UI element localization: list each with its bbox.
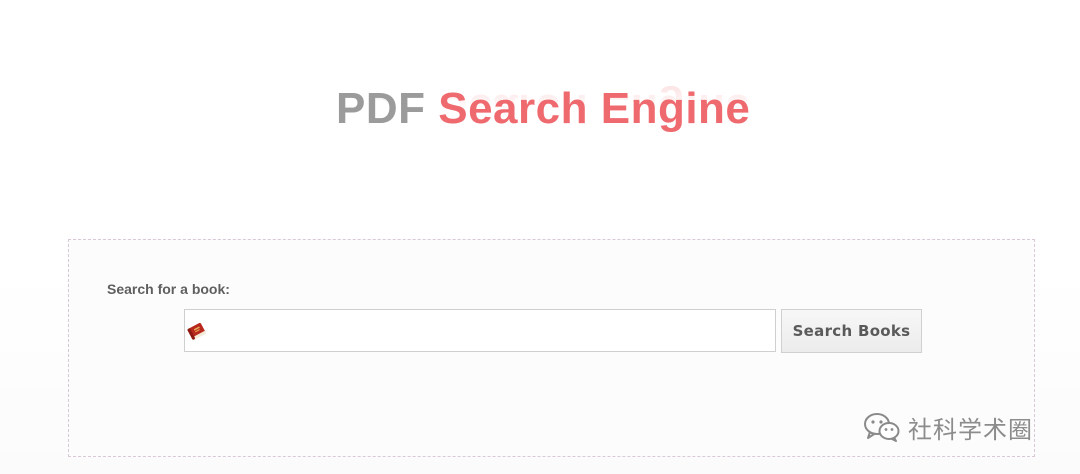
- logo-reflection-pdf: PDF: [336, 86, 426, 132]
- watermark-text: 社科学术圈: [908, 415, 1033, 444]
- search-field[interactable]: [184, 309, 776, 352]
- logo-reflection: PDF Search Engine: [336, 86, 750, 132]
- watermark: 社科学术圈: [862, 410, 1033, 444]
- search-label: Search for a book:: [107, 281, 230, 297]
- search-input[interactable]: [211, 310, 771, 351]
- book-icon: [187, 322, 207, 340]
- search-books-button[interactable]: Search Books: [781, 309, 922, 353]
- site-logo: PDF Search Engine PDF Search Engine: [336, 86, 776, 166]
- page: PDF Search Engine PDF Search Engine Sear…: [0, 0, 1080, 474]
- logo-reflection-search-engine: Search Engine: [438, 86, 751, 132]
- wechat-icon: [864, 413, 900, 442]
